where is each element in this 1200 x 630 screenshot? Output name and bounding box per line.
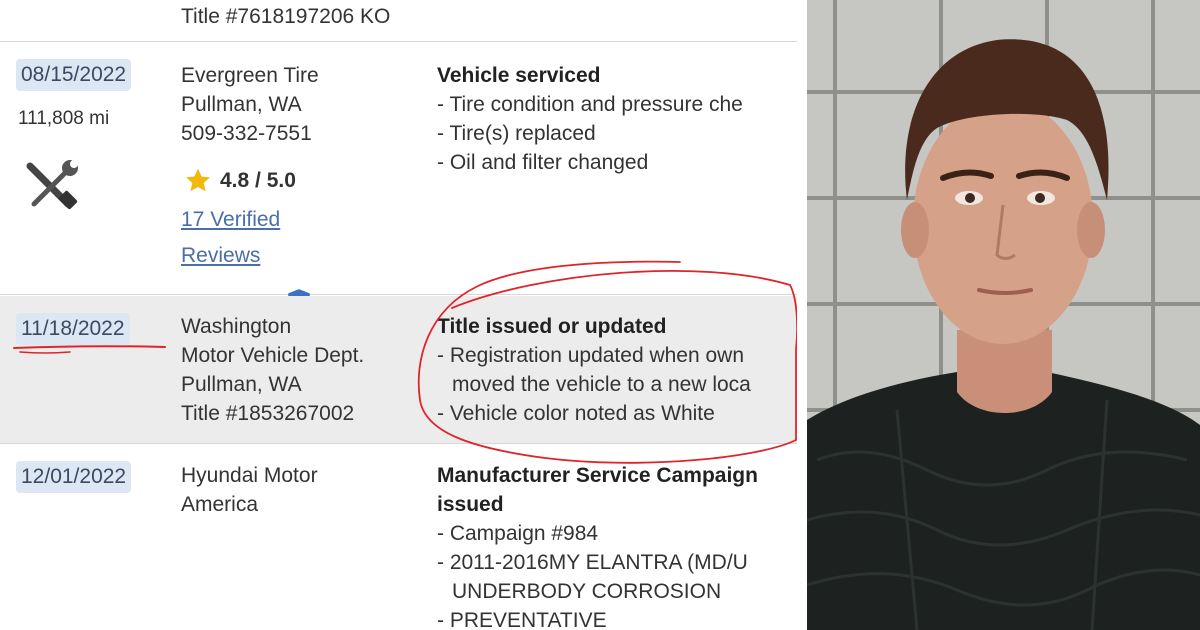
source-phone: 509-332-7551 (181, 122, 312, 145)
entry-date: 08/15/2022 (16, 59, 132, 91)
rating-value: 4.8 / 5.0 (220, 168, 296, 192)
reviews-link[interactable]: Reviews (181, 244, 260, 268)
event-detail: - Tire condition and pressure che (437, 93, 743, 116)
entry-date: 11/18/2022 (16, 313, 130, 345)
star-icon (186, 168, 210, 192)
source-title-number: Title #1853267002 (181, 402, 355, 425)
history-row-recall: 12/01/2022 Hyundai Motor America Manufac… (0, 445, 797, 630)
source-location: Pullman, WA (181, 373, 302, 396)
panel-divider (797, 0, 807, 630)
vehicle-history-report: Title #7618197206 KO 08/15/2022 111,808 … (0, 0, 797, 630)
title-number: Title #7618197206 KO (181, 5, 391, 28)
event-detail: - Vehicle color noted as White (437, 402, 715, 425)
event-heading: Title issued or updated (437, 315, 667, 338)
history-row-previous: Title #7618197206 KO (0, 0, 797, 42)
portrait-illustration (807, 0, 1200, 630)
event-detail: - Oil and filter changed (437, 151, 649, 174)
entry-mileage: 111,808 mi (18, 108, 110, 129)
event-detail: - Tire(s) replaced (437, 122, 596, 145)
history-row-title-update: 11/18/2022 Washington Motor Vehicle Dept… (0, 296, 797, 444)
event-detail: moved the vehicle to a new loca (452, 373, 751, 396)
source-name: Evergreen Tire (181, 64, 319, 87)
source-name-line2: Motor Vehicle Dept. (181, 344, 365, 367)
event-heading-line2: issued (437, 493, 504, 516)
history-row-service: 08/15/2022 111,808 mi Evergreen Tire Pul… (0, 42, 797, 315)
service-tools-icon (26, 160, 78, 210)
event-heading: Vehicle serviced (437, 64, 601, 87)
portrait-photo (807, 0, 1200, 630)
event-detail: - Campaign #984 (437, 522, 599, 545)
verified-reviews-link[interactable]: 17 Verified (181, 208, 280, 232)
event-detail: - 2011-2016MY ELANTRA (MD/U (437, 551, 748, 574)
event-detail: UNDERBODY CORROSION (452, 580, 722, 603)
source-name-line2: America (181, 493, 259, 516)
event-heading: Manufacturer Service Campaign (437, 464, 758, 487)
event-detail: - Registration updated when own (437, 344, 745, 367)
shop-rating: 4.8 / 5.0 (184, 167, 296, 194)
source-location: Pullman, WA (181, 93, 302, 116)
source-name: Hyundai Motor (181, 464, 318, 487)
event-detail: - PREVENTATIVE (437, 609, 607, 630)
source-name: Washington (181, 315, 292, 338)
entry-date: 12/01/2022 (16, 461, 132, 493)
